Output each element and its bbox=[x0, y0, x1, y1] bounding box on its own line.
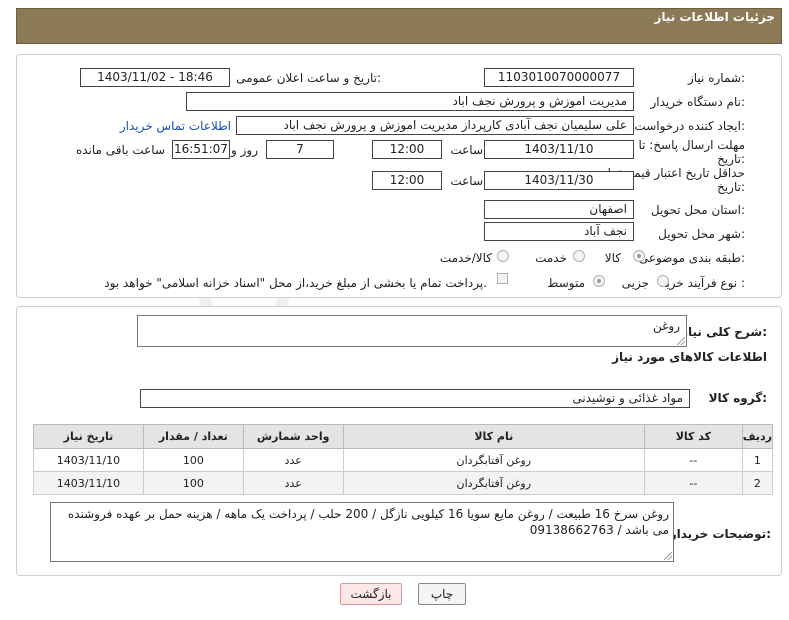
col-row-header: ردیف bbox=[741, 424, 774, 449]
need-number-field: 1103010070000077 bbox=[484, 68, 634, 87]
remaining-days-label: روز و bbox=[231, 143, 258, 157]
table-row: 1 -- روغن آفتابگردان عدد 100 1403/11/10 bbox=[33, 448, 774, 472]
process-minor-label: جزیی bbox=[621, 276, 649, 290]
cell-name: روغن آفتابگردان bbox=[342, 448, 645, 472]
cell-date: 1403/11/10 bbox=[33, 448, 144, 472]
buyer-contact-link[interactable]: اطلاعات تماس خریدار bbox=[120, 119, 231, 133]
remaining-time-field: 16:51:07 bbox=[172, 140, 230, 159]
deadline-label: مهلت ارسال پاسخ: تا bbox=[638, 138, 745, 152]
category-goods-label: کالا bbox=[604, 251, 621, 265]
cell-code: -- bbox=[643, 471, 743, 495]
purchase-process-label: نوع فرآیند خرید : bbox=[660, 276, 745, 290]
table-row: 2 -- روغن آفتابگردان عدد 100 1403/11/10 bbox=[33, 471, 774, 495]
deadline-time-field: 12:00 bbox=[372, 140, 442, 159]
buyer-notes-label: توضیحات خریدار: bbox=[669, 527, 771, 541]
announce-date-field: 1403/11/02 - 18:46 bbox=[80, 68, 230, 87]
buyer-notes-text: روغن سرخ 16 طبیعت / روغن مایع سویا 16 کی… bbox=[67, 507, 669, 537]
col-qty-header: تعداد / مقدار bbox=[142, 424, 244, 449]
col-unit-header: واحد شمارش bbox=[242, 424, 344, 449]
goods-group-label: گروه کالا: bbox=[708, 391, 767, 405]
delivery-province-label: استان محل تحویل: bbox=[650, 203, 745, 217]
remaining-time-label: ساعت باقی مانده bbox=[75, 143, 165, 157]
need-summary-label: شرح کلی نیاز: bbox=[681, 325, 767, 339]
cell-qty: 100 bbox=[142, 448, 244, 472]
price-validity-label-date: تاریخ: bbox=[717, 180, 745, 194]
goods-info-title: اطلاعات کالاهای مورد نیاز bbox=[612, 350, 767, 364]
treasury-payment-note: پرداخت تمام یا بخشی از مبلغ خرید،از محل … bbox=[104, 276, 487, 290]
remaining-days-field: 7 bbox=[266, 140, 334, 159]
process-minor-radio-icon[interactable] bbox=[657, 275, 669, 287]
treasury-payment-checkbox-icon[interactable] bbox=[497, 273, 508, 284]
delivery-city-field: نجف آباد bbox=[484, 222, 634, 241]
announce-date-label: تاریخ و ساعت اعلان عمومی: bbox=[236, 71, 381, 85]
cell-unit: عدد bbox=[242, 471, 344, 495]
delivery-city-label: شهر محل تحویل: bbox=[658, 227, 745, 241]
category-service-label: خدمت bbox=[535, 251, 567, 265]
deadline-time-label: ساعت bbox=[450, 143, 483, 157]
process-medium-radio-icon[interactable] bbox=[593, 275, 605, 287]
price-validity-time-label: ساعت bbox=[450, 174, 483, 188]
col-code-header: کد کالا bbox=[643, 424, 743, 449]
need-summary-field: روغن bbox=[137, 315, 687, 347]
need-summary-text: روغن bbox=[653, 319, 680, 333]
goods-group-field: مواد غذائی و نوشیدنی bbox=[140, 389, 690, 408]
resize-handle-icon bbox=[664, 552, 672, 560]
cell-date: 1403/11/10 bbox=[33, 471, 144, 495]
buyer-notes-field: روغن سرخ 16 طبیعت / روغن مایع سویا 16 کی… bbox=[50, 502, 674, 562]
cell-code: -- bbox=[643, 448, 743, 472]
resize-handle-icon bbox=[677, 337, 685, 345]
goods-table: ردیف کد کالا نام کالا واحد شمارش تعداد /… bbox=[33, 424, 774, 495]
delivery-province-field: اصفهان bbox=[484, 200, 634, 219]
cell-row: 1 bbox=[741, 448, 774, 472]
buyer-org-field: مدیریت اموزش و پرورش نجف اباد bbox=[186, 92, 634, 111]
category-goods-radio-icon[interactable] bbox=[633, 250, 645, 262]
cell-qty: 100 bbox=[142, 471, 244, 495]
print-button[interactable]: چاپ bbox=[418, 583, 466, 605]
col-date-header: تاریخ نیاز bbox=[33, 424, 144, 449]
category-goods-service-label: کالا/خدمت bbox=[439, 251, 492, 265]
deadline-date-field: 1403/11/10 bbox=[484, 140, 634, 159]
category-goods-service-radio-icon[interactable] bbox=[497, 250, 509, 262]
request-creator-label: ایجاد کننده درخواست: bbox=[634, 119, 745, 133]
col-name-header: نام کالا bbox=[342, 424, 645, 449]
price-validity-time-field: 12:00 bbox=[372, 171, 442, 190]
page-title: جزئیات اطلاعات نیاز bbox=[654, 10, 775, 24]
need-number-label: شماره نیاز: bbox=[687, 71, 745, 85]
deadline-label-date: تاریخ: bbox=[717, 152, 745, 166]
cell-unit: عدد bbox=[242, 448, 344, 472]
price-validity-date-field: 1403/11/30 bbox=[484, 171, 634, 190]
category-label: طبقه بندی موضوعی: bbox=[638, 251, 745, 265]
process-medium-label: متوسط bbox=[547, 276, 585, 290]
cell-name: روغن آفتابگردان bbox=[342, 471, 645, 495]
buyer-org-label: نام دستگاه خریدار: bbox=[650, 95, 746, 109]
goods-table-wrapper: ردیف کد کالا نام کالا واحد شمارش تعداد /… bbox=[33, 424, 774, 495]
table-header-row: ردیف کد کالا نام کالا واحد شمارش تعداد /… bbox=[33, 424, 774, 449]
back-button[interactable]: بازگشت bbox=[340, 583, 402, 605]
category-service-radio-icon[interactable] bbox=[573, 250, 585, 262]
request-creator-field: علی سلیمیان نجف آبادی کارپرداز مدیریت ام… bbox=[236, 116, 634, 135]
cell-row: 2 bbox=[741, 471, 774, 495]
